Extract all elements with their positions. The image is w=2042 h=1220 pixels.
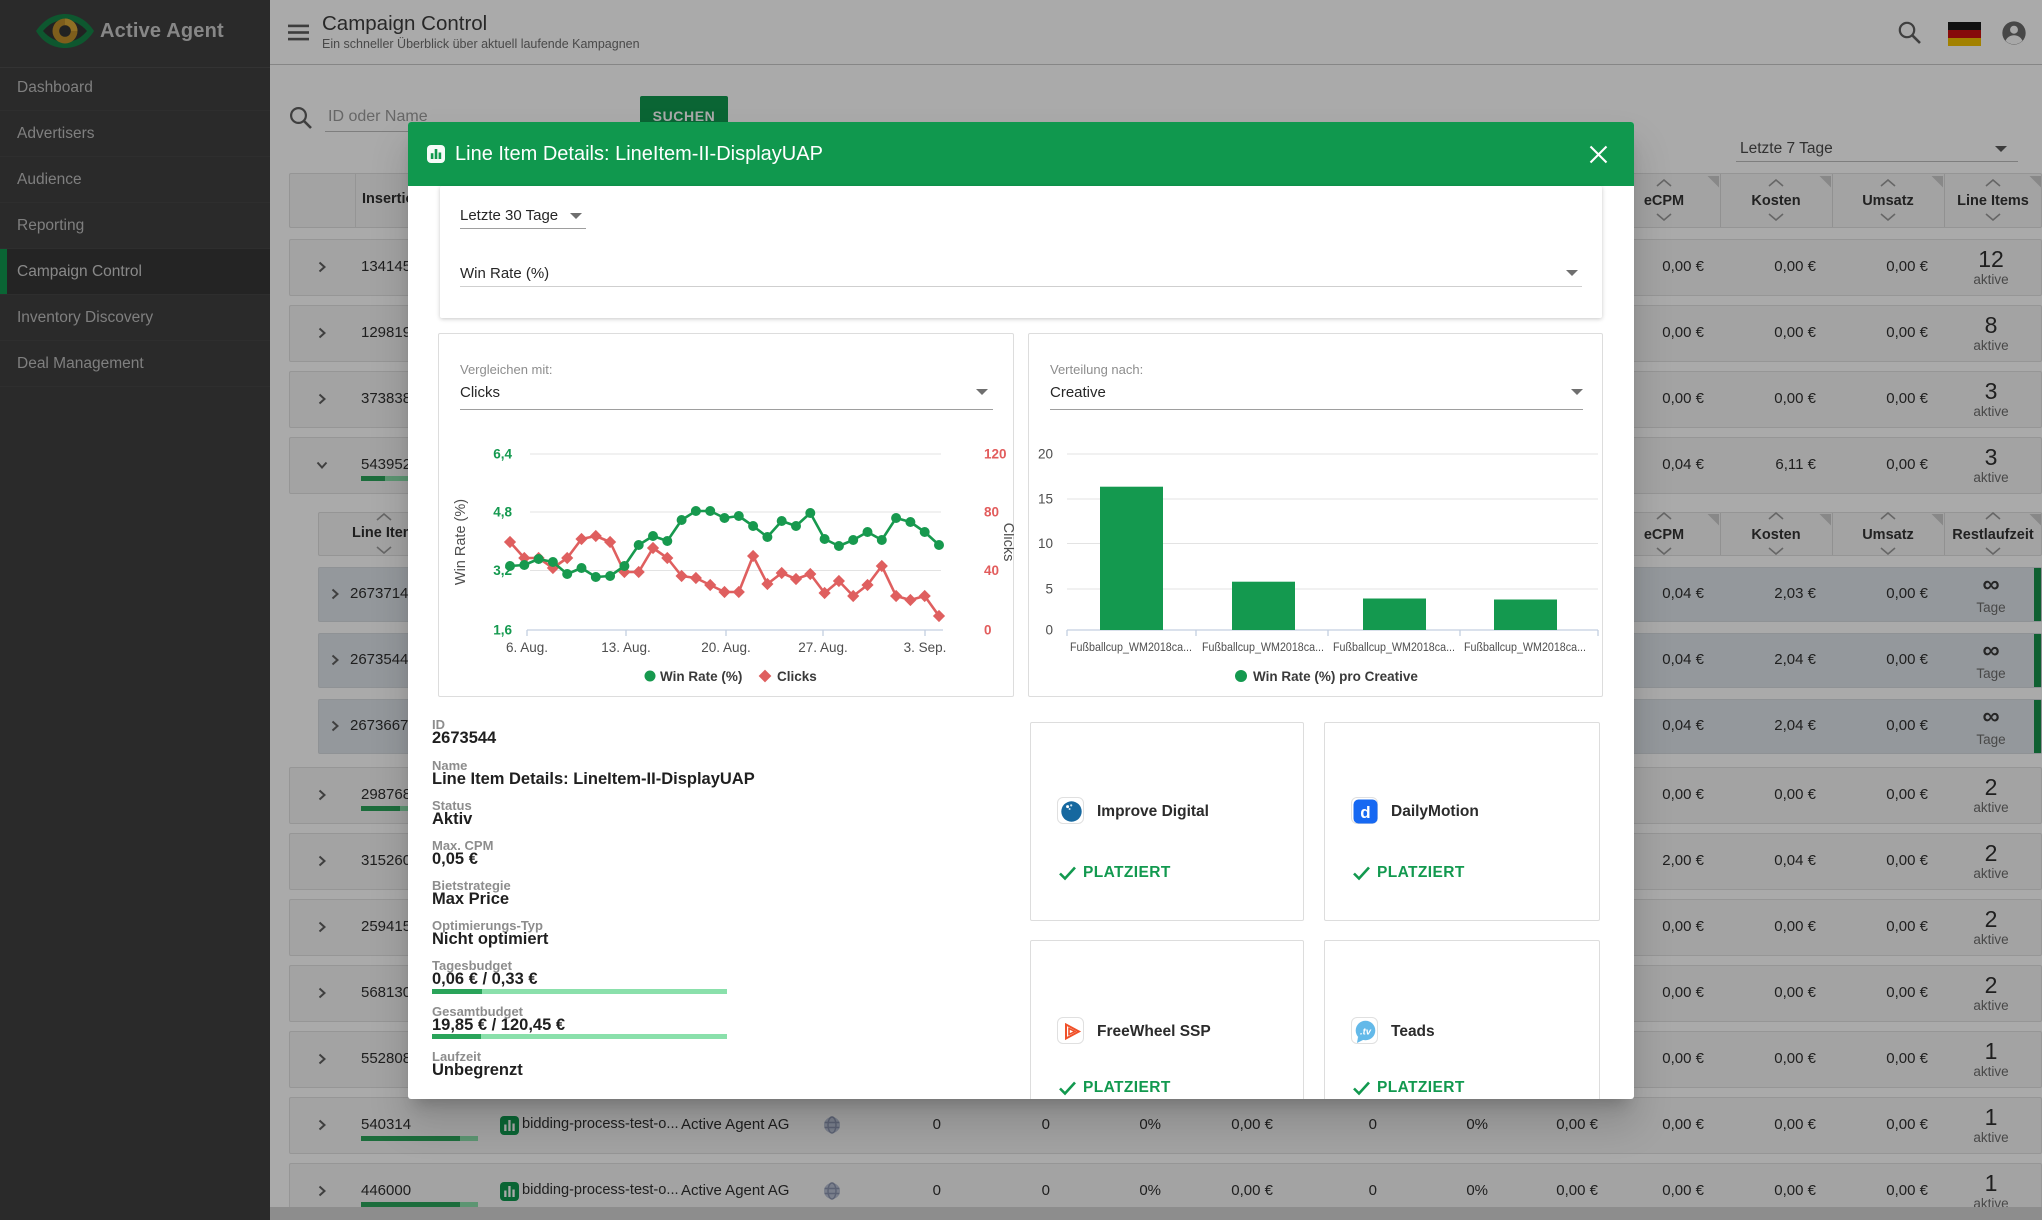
svg-text:Fußballcup_WM2018ca...: Fußballcup_WM2018ca... [1333, 640, 1455, 654]
svg-text:40: 40 [984, 563, 999, 578]
svg-text:5: 5 [1045, 582, 1053, 597]
svg-text:Clicks: Clicks [1000, 523, 1014, 562]
svg-text:27. Aug.: 27. Aug. [798, 640, 848, 655]
svg-text:1,6: 1,6 [493, 623, 512, 638]
svg-text:.tv: .tv [1360, 1027, 1372, 1038]
svg-text:15: 15 [1038, 492, 1053, 507]
svg-text:d: d [1360, 803, 1370, 822]
svg-text:Clicks: Clicks [777, 669, 817, 684]
svg-text:13. Aug.: 13. Aug. [601, 640, 651, 655]
svg-text:20. Aug.: 20. Aug. [701, 640, 751, 655]
svg-text:120: 120 [984, 447, 1007, 462]
svg-text:20: 20 [1038, 447, 1053, 462]
svg-text:0: 0 [1045, 623, 1053, 638]
svg-text:Fußballcup_WM2018ca...: Fußballcup_WM2018ca... [1070, 640, 1192, 654]
svg-text:Win Rate (%): Win Rate (%) [453, 499, 469, 585]
svg-text:Win Rate (%) pro Creative: Win Rate (%) pro Creative [1253, 669, 1418, 684]
svg-text:10: 10 [1038, 536, 1053, 551]
svg-text:6,4: 6,4 [493, 447, 512, 462]
svg-text:4,8: 4,8 [493, 505, 512, 520]
svg-text:3. Sep.: 3. Sep. [904, 640, 947, 655]
svg-text:Fußballcup_WM2018ca...: Fußballcup_WM2018ca... [1464, 640, 1586, 654]
svg-text:Fußballcup_WM2018ca...: Fußballcup_WM2018ca... [1202, 640, 1324, 654]
svg-text:80: 80 [984, 505, 999, 520]
svg-text:6. Aug.: 6. Aug. [506, 640, 548, 655]
svg-text:0: 0 [984, 623, 992, 638]
svg-text:Win Rate (%): Win Rate (%) [660, 669, 742, 684]
